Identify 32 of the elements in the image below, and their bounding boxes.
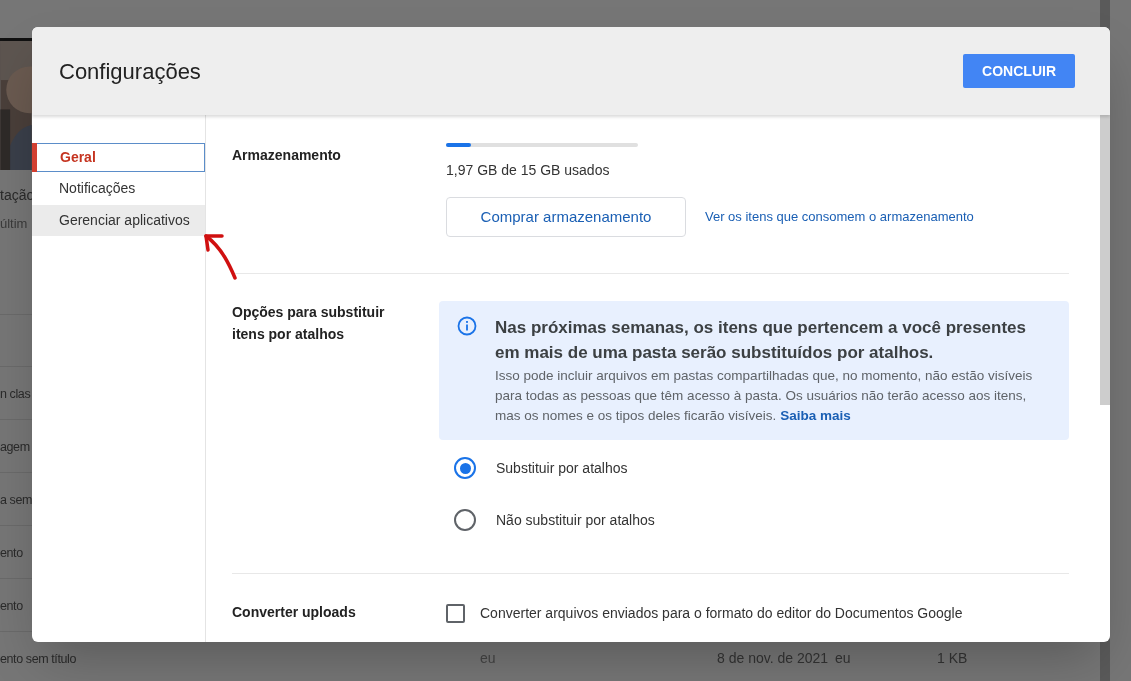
section-label: Armazenamento [232, 146, 342, 165]
storage-items-link[interactable]: Ver os itens que consomem o armazenamento [705, 207, 974, 227]
info-icon [457, 316, 477, 336]
file-size: 1 KB [937, 648, 968, 668]
learn-more-link[interactable]: Saiba mais [780, 408, 851, 423]
radio-label: Substituir por atalhos [496, 458, 628, 478]
storage-usage-text: 1,97 GB de 15 GB usados [446, 161, 611, 180]
checkbox-label: Converter arquivos enviados para o formato do editor do Documentos Google [480, 604, 963, 623]
section-label: Opções para substituir itens por atalhos [232, 303, 386, 344]
radio-label: Não substituir por atalhos [496, 510, 655, 530]
buy-storage-button[interactable]: Comprar armazenamento [446, 197, 686, 237]
checkbox[interactable] [446, 604, 465, 623]
file-name: agem [0, 439, 30, 454]
scrollbar-thumb[interactable] [1100, 115, 1110, 405]
dialog-title: Configurações [59, 57, 201, 86]
file-detail: últim [0, 215, 29, 233]
file-name: ento sem título [0, 651, 76, 666]
done-button[interactable]: CONCLUIR [963, 54, 1075, 88]
notice-title: Nas próximas semanas, os itens que pertencem a você presentes em mais de uma pasta serão substituídos por atalhos. [495, 317, 1028, 364]
nav-item[interactable]: Gerenciar aplicativos [32, 205, 205, 236]
file-name: ento [0, 598, 23, 613]
radio-button[interactable] [454, 457, 476, 479]
nav-item[interactable]: Notificações [32, 174, 205, 203]
section-label: Converter uploads [232, 603, 357, 622]
radio-button[interactable] [454, 509, 476, 531]
modified-by: eu [835, 648, 852, 668]
file-name: ento [0, 545, 23, 560]
modified-date: 8 de nov. de 2021 [717, 648, 830, 668]
file-name: a sem [0, 492, 33, 507]
notice-text: Isso pode incluir arquivos em pastas compartilhadas que, no momento, não estão visíveis para todas as pessoas que têm acesso à pasta. Os usuários não terão acesso aos itens, mas os nomes e os tipos deles ficarão visíveis. Saiba mais [495, 367, 1034, 425]
file-name: n clas [0, 386, 31, 401]
nav-item[interactable]: Geral [32, 143, 205, 172]
